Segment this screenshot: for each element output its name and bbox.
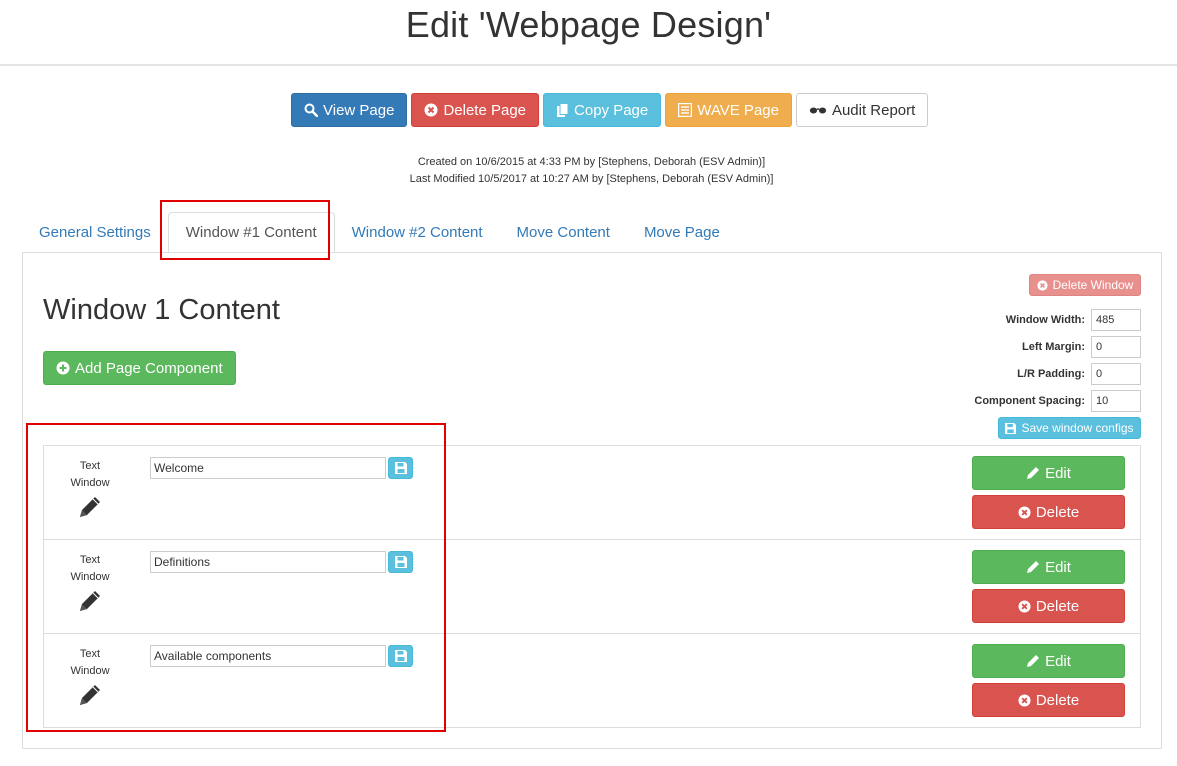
delete-window-button[interactable]: Delete Window (1029, 274, 1141, 296)
view-page-label: View Page (323, 101, 395, 119)
list-item: Text Window Edit Delete (44, 634, 1140, 728)
edit-label: Edit (1045, 464, 1071, 482)
page-title: Edit 'Webpage Design' (405, 4, 772, 45)
tab-move-page[interactable]: Move Page (627, 212, 737, 252)
search-icon (304, 103, 318, 117)
add-component-button[interactable]: Add Page Component (43, 351, 236, 385)
floppy-disk-icon (394, 556, 407, 568)
component-type: Text Window (60, 458, 120, 520)
list-item: Text Window Edit Delete (44, 446, 1140, 540)
remove-circle-icon (1018, 505, 1031, 519)
copy-page-button[interactable]: Copy Page (543, 93, 662, 127)
delete-label: Delete (1035, 503, 1080, 521)
page-toolbar: View Page Delete Page Copy Page WAVE Pag… (291, 93, 929, 127)
delete-button[interactable]: Delete (972, 589, 1125, 623)
plus-circle-icon (56, 361, 70, 375)
remove-circle-icon (1037, 279, 1048, 291)
window-width-label: Window Width: (1005, 314, 1085, 326)
tab-window-2-content[interactable]: Window #2 Content (335, 212, 500, 252)
delete-button[interactable]: Delete (972, 683, 1125, 717)
lr-padding-label: L/R Padding: (1017, 368, 1085, 380)
created-info: Created on 10/6/2015 at 4:33 PM by [Step… (417, 156, 766, 168)
component-type: Text Window (60, 646, 120, 708)
delete-page-button[interactable]: Delete Page (411, 93, 540, 127)
pencil-icon (1027, 467, 1040, 479)
left-margin-input[interactable] (1091, 336, 1141, 358)
lr-padding-row: L/R Padding: (940, 363, 1141, 385)
delete-label: Delete (1035, 597, 1080, 615)
page-meta: Created on 10/6/2015 at 4:33 PM by [Step… (0, 154, 1177, 188)
save-name-button[interactable] (388, 457, 413, 479)
save-name-button[interactable] (388, 551, 413, 573)
sunglasses-icon (809, 107, 827, 114)
save-window-configs-button[interactable]: Save window configs (998, 417, 1141, 439)
component-type-line2: Window (70, 477, 110, 489)
audit-report-button[interactable]: Audit Report (795, 93, 929, 127)
remove-circle-icon (1018, 693, 1031, 707)
tab-window-1-content[interactable]: Window #1 Content (167, 212, 335, 252)
copy-page-label: Copy Page (574, 101, 649, 119)
wave-page-button[interactable]: WAVE Page (665, 93, 792, 127)
list-alt-icon (678, 103, 693, 117)
delete-window-label: Delete Window (1052, 278, 1134, 292)
left-margin-row: Left Margin: (940, 336, 1141, 358)
pencil-icon[interactable] (77, 588, 103, 614)
tab-general-settings[interactable]: General Settings (22, 212, 168, 252)
pencil-icon (1027, 561, 1040, 573)
edit-button[interactable]: Edit (972, 644, 1125, 678)
window-title: Window 1 Content (43, 294, 280, 326)
tab-bar: General Settings Window #1 Content Windo… (22, 212, 737, 252)
floppy-disk-icon (394, 650, 407, 662)
floppy-disk-icon (1005, 422, 1017, 434)
edit-label: Edit (1045, 652, 1071, 670)
list-item: Text Window Edit Delete (44, 540, 1140, 634)
component-type: Text Window (60, 552, 120, 614)
component-list: Text Window Edit Delete Text Window Ed (43, 445, 1141, 728)
floppy-disk-icon (394, 462, 407, 474)
remove-circle-icon (1018, 599, 1031, 613)
delete-button[interactable]: Delete (972, 495, 1125, 529)
component-type-line1: Text (79, 648, 101, 660)
window-width-input[interactable] (1091, 309, 1141, 331)
remove-circle-icon (424, 103, 438, 117)
edit-label: Edit (1045, 558, 1071, 576)
component-spacing-label: Component Spacing: (974, 395, 1085, 407)
add-component-label: Add Page Component (75, 359, 223, 377)
audit-report-label: Audit Report (831, 101, 916, 119)
pencil-icon[interactable] (77, 682, 103, 708)
component-name-input[interactable] (150, 551, 386, 573)
component-name-input[interactable] (150, 457, 386, 479)
component-type-line1: Text (79, 460, 101, 472)
save-window-configs-label: Save window configs (1021, 421, 1134, 435)
delete-label: Delete (1035, 691, 1080, 709)
pencil-icon[interactable] (77, 494, 103, 520)
component-spacing-input[interactable] (1091, 390, 1141, 412)
component-type-line2: Window (70, 571, 110, 583)
window-width-row: Window Width: (940, 309, 1141, 331)
copy-icon (557, 102, 569, 117)
component-spacing-row: Component Spacing: (940, 390, 1141, 412)
wave-page-label: WAVE Page (697, 101, 779, 119)
component-type-line1: Text (79, 554, 101, 566)
pencil-icon (1027, 655, 1040, 667)
modified-info: Last Modified 10/5/2017 at 10:27 AM by [… (409, 173, 774, 185)
divider (0, 64, 1177, 66)
delete-page-label: Delete Page (443, 101, 527, 119)
component-name-input[interactable] (150, 645, 386, 667)
tab-move-content[interactable]: Move Content (500, 212, 627, 252)
left-margin-label: Left Margin: (1022, 341, 1085, 353)
edit-button[interactable]: Edit (972, 456, 1125, 490)
lr-padding-input[interactable] (1091, 363, 1141, 385)
component-type-line2: Window (70, 665, 110, 677)
save-name-button[interactable] (388, 645, 413, 667)
edit-button[interactable]: Edit (972, 550, 1125, 584)
view-page-button[interactable]: View Page (291, 93, 408, 127)
